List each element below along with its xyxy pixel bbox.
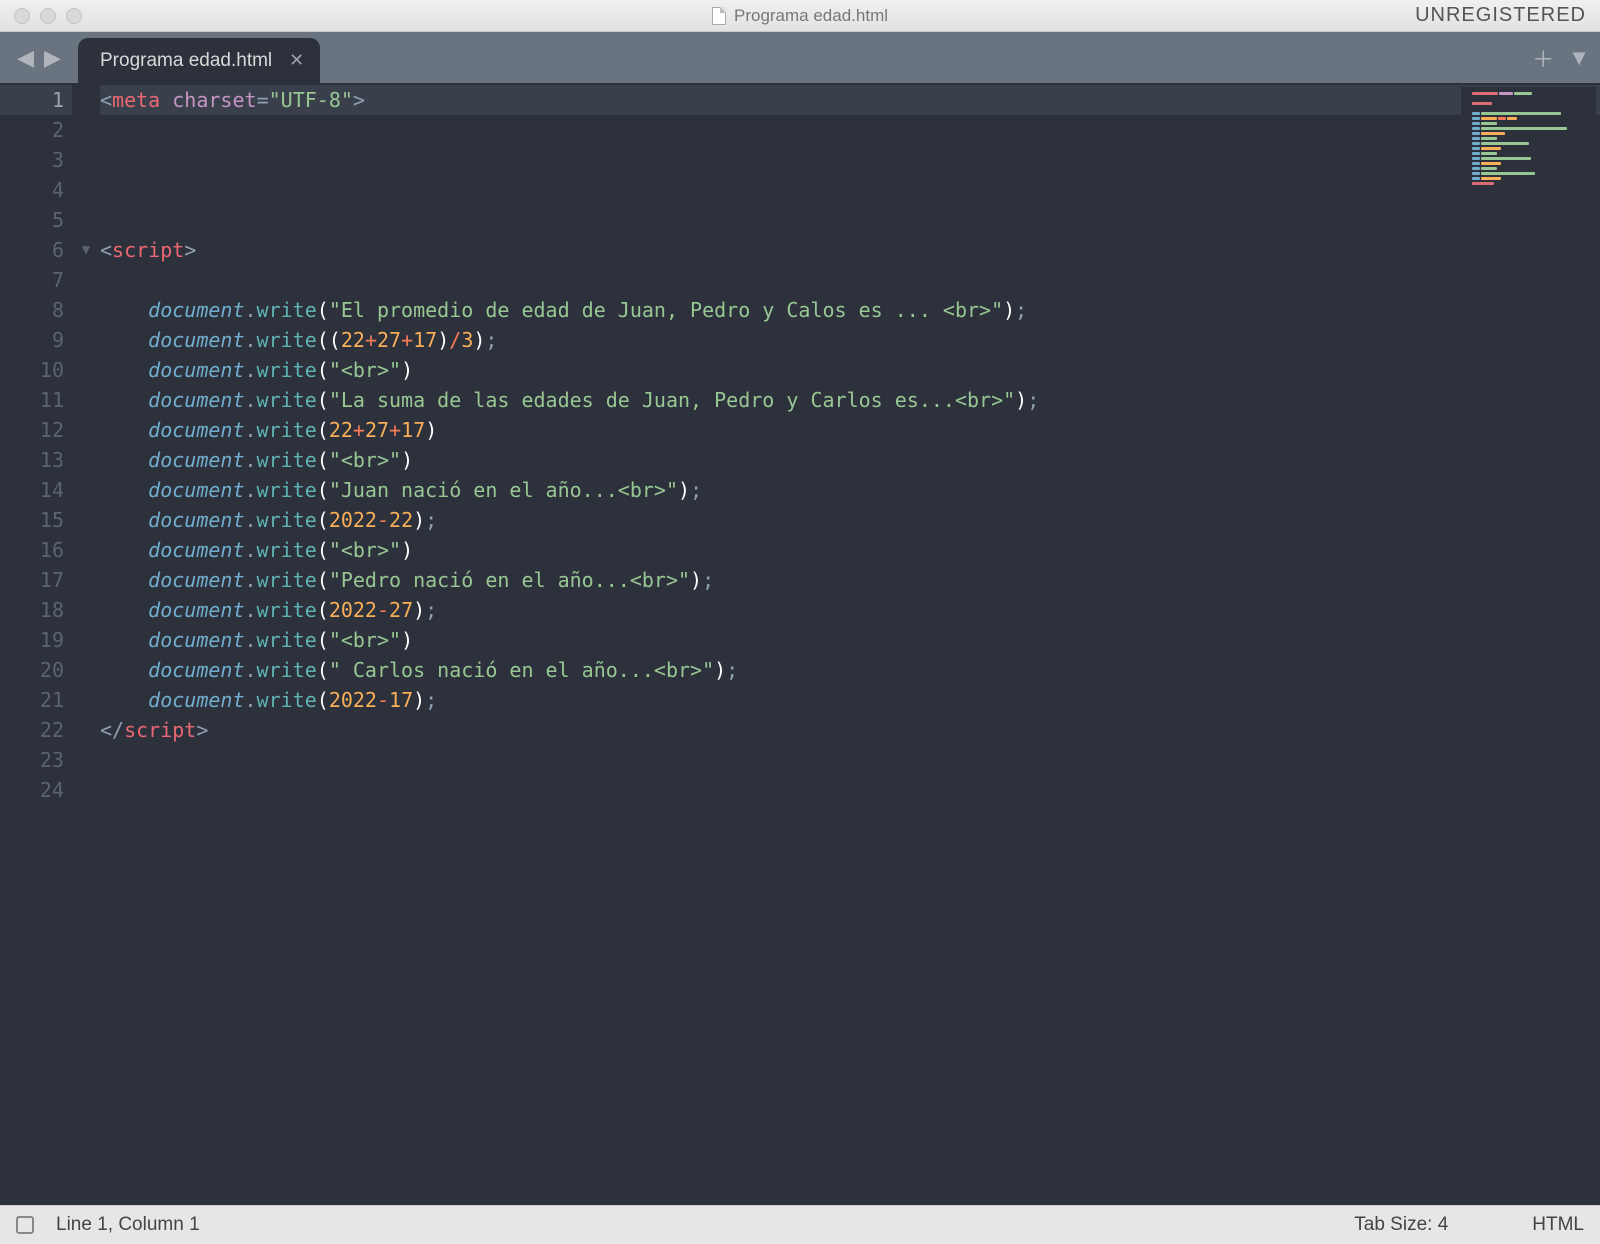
fold-empty [72, 415, 100, 445]
fold-empty [72, 595, 100, 625]
fold-column: ▼ [72, 83, 100, 1205]
code-line[interactable] [100, 175, 1600, 205]
code-line[interactable]: document.write(2022-17); [100, 685, 1600, 715]
fold-empty [72, 445, 100, 475]
file-icon [712, 7, 726, 25]
fold-empty [72, 655, 100, 685]
code-line[interactable]: </script> [100, 715, 1600, 745]
gutter-line: 9 [0, 325, 72, 355]
gutter-line: 4 [0, 175, 72, 205]
code-line[interactable]: document.write((22+27+17)/3); [100, 325, 1600, 355]
panel-toggle-icon[interactable] [16, 1216, 34, 1234]
gutter-line: 8 [0, 295, 72, 325]
tab-active[interactable]: Programa edad.html ✕ [78, 38, 320, 83]
code-line[interactable]: document.write("La suma de las edades de… [100, 385, 1600, 415]
fold-empty [72, 205, 100, 235]
code-line[interactable] [100, 775, 1600, 805]
gutter-line: 12 [0, 415, 72, 445]
tabstrip: ◀ ▶ Programa edad.html ✕ ＋ ▼ [0, 32, 1600, 83]
nav-forward-icon[interactable]: ▶ [44, 45, 61, 71]
fold-empty [72, 685, 100, 715]
fold-empty [72, 775, 100, 805]
code-line[interactable]: document.write("<br>") [100, 445, 1600, 475]
registration-label: UNREGISTERED [1415, 4, 1586, 27]
gutter-line: 2 [0, 115, 72, 145]
editor[interactable]: 123456789101112131415161718192021222324 … [0, 83, 1600, 1205]
gutter-line: 24 [0, 775, 72, 805]
titlebar: Programa edad.html UNREGISTERED [0, 0, 1600, 32]
gutter-line: 6 [0, 235, 72, 265]
code-line[interactable] [100, 145, 1600, 175]
gutter-line: 10 [0, 355, 72, 385]
fold-empty [72, 265, 100, 295]
fold-empty [72, 715, 100, 745]
fold-empty [72, 175, 100, 205]
code-line[interactable]: document.write(2022-22); [100, 505, 1600, 535]
close-window-icon[interactable] [14, 8, 30, 24]
fold-toggle-icon[interactable]: ▼ [72, 235, 100, 265]
fold-empty [72, 505, 100, 535]
minimap[interactable] [1461, 87, 1596, 187]
code-line[interactable]: document.write(2022-27); [100, 595, 1600, 625]
code-area[interactable]: <meta charset="UTF-8"> <script> document.… [100, 83, 1600, 1205]
tab-menu-icon[interactable]: ▼ [1568, 45, 1590, 71]
fold-empty [72, 385, 100, 415]
gutter-line: 7 [0, 265, 72, 295]
code-line[interactable] [100, 745, 1600, 775]
gutter-line: 19 [0, 625, 72, 655]
code-line[interactable]: document.write(" Carlos nació en el año.… [100, 655, 1600, 685]
status-syntax[interactable]: HTML [1532, 1214, 1584, 1236]
status-tabsize[interactable]: Tab Size: 4 [1354, 1214, 1448, 1236]
code-line[interactable] [100, 265, 1600, 295]
statusbar: Line 1, Column 1 Tab Size: 4 HTML [0, 1205, 1600, 1244]
new-tab-icon[interactable]: ＋ [1532, 42, 1554, 74]
code-line[interactable]: <meta charset="UTF-8"> [100, 85, 1600, 115]
gutter-line: 23 [0, 745, 72, 775]
zoom-window-icon[interactable] [66, 8, 82, 24]
code-line[interactable] [100, 115, 1600, 145]
gutter-line: 17 [0, 565, 72, 595]
gutter-line: 20 [0, 655, 72, 685]
fold-empty [72, 535, 100, 565]
gutter-line: 5 [0, 205, 72, 235]
gutter-line: 11 [0, 385, 72, 415]
code-line[interactable]: <script> [100, 235, 1600, 265]
fold-empty [72, 115, 100, 145]
minimize-window-icon[interactable] [40, 8, 56, 24]
code-line[interactable]: document.write("<br>") [100, 625, 1600, 655]
fold-empty [72, 295, 100, 325]
gutter-line: 14 [0, 475, 72, 505]
gutter-line: 22 [0, 715, 72, 745]
code-line[interactable]: document.write("Pedro nació en el año...… [100, 565, 1600, 595]
code-line[interactable]: document.write("Juan nació en el año...<… [100, 475, 1600, 505]
fold-empty [72, 475, 100, 505]
gutter-line: 21 [0, 685, 72, 715]
gutter-line: 1 [0, 85, 72, 115]
code-line[interactable]: document.write("<br>") [100, 535, 1600, 565]
code-line[interactable] [100, 205, 1600, 235]
fold-empty [72, 85, 100, 115]
fold-empty [72, 325, 100, 355]
fold-empty [72, 565, 100, 595]
code-line[interactable]: document.write("<br>") [100, 355, 1600, 385]
window-title: Programa edad.html [734, 6, 888, 26]
gutter: 123456789101112131415161718192021222324 [0, 83, 72, 1205]
gutter-line: 18 [0, 595, 72, 625]
close-tab-icon[interactable]: ✕ [289, 50, 304, 71]
gutter-line: 3 [0, 145, 72, 175]
code-line[interactable]: document.write("El promedio de edad de J… [100, 295, 1600, 325]
gutter-line: 13 [0, 445, 72, 475]
status-cursor[interactable]: Line 1, Column 1 [56, 1214, 200, 1236]
code-line[interactable]: document.write(22+27+17) [100, 415, 1600, 445]
fold-empty [72, 355, 100, 385]
fold-empty [72, 145, 100, 175]
gutter-line: 15 [0, 505, 72, 535]
tab-label: Programa edad.html [100, 50, 272, 72]
gutter-line: 16 [0, 535, 72, 565]
nav-back-icon[interactable]: ◀ [17, 45, 34, 71]
fold-empty [72, 625, 100, 655]
fold-empty [72, 745, 100, 775]
traffic-lights [0, 8, 82, 24]
